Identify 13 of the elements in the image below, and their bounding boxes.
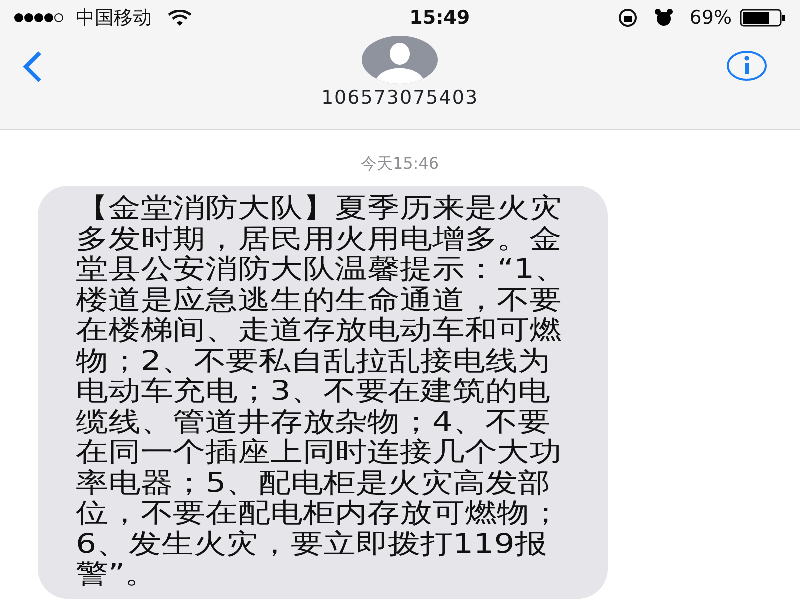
- message-bubble: 【金堂消防大队】夏季历来是火灾多发时期，居民用火用电增多。金堂县公安消防大队温馨提示：“1、楼道是应急逃生的生命通道，不要在楼梯间、走道存放电动车和可燃物；2、不要私自乱拉乱接电线为电动车充电；3、不要在建筑的电缆线、管道井存放杂物；4、不要在同一个插座上同时连接几个大功率电器；5、配电柜是火灾高发部位，不要在配电柜内存放可燃物；6、发生火灾，要立即拨打119报警”。: [38, 186, 608, 598]
- carrier-name: 中国移动: [76, 6, 152, 31]
- rotation-lock-icon: [618, 8, 638, 28]
- battery-percent: 69%: [690, 6, 732, 31]
- clock-time: 15:49: [410, 6, 470, 31]
- alarm-icon: [654, 8, 674, 28]
- contact-number[interactable]: 106573075403: [321, 84, 479, 112]
- wifi-icon: [168, 10, 192, 26]
- back-icon[interactable]: [22, 50, 44, 84]
- message-timestamp: 今天15:46: [360, 153, 440, 175]
- battery-icon: [740, 8, 786, 28]
- info-icon[interactable]: [726, 50, 768, 82]
- avatar-icon[interactable]: [361, 36, 439, 84]
